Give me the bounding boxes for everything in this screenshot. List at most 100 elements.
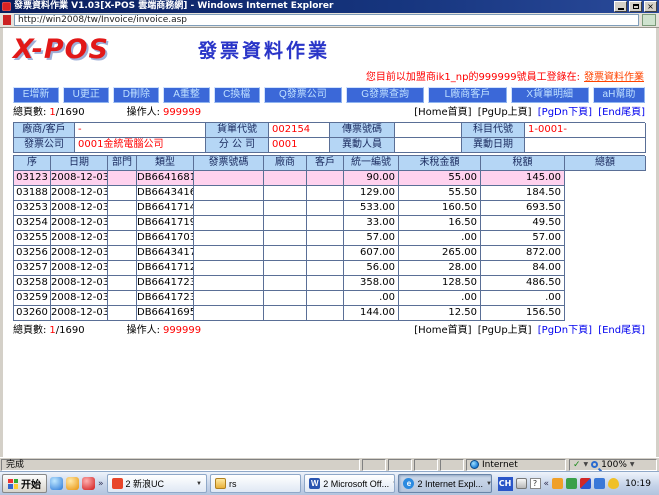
refresh-button[interactable]: A重整 (163, 87, 209, 103)
status-text: 完成 (1, 459, 360, 471)
voucher-no-field[interactable] (395, 123, 462, 138)
start-button[interactable]: 开始 (2, 474, 47, 493)
tray-icon-redblue[interactable] (580, 478, 591, 489)
order-detail-button[interactable]: X貨單明細 (511, 87, 589, 103)
branch-field[interactable]: 0001 (269, 138, 330, 153)
table-row[interactable]: 03255 2008-12-03 DB66417030 57.00 .00 57… (14, 231, 566, 246)
cell-untaxed-amount: 265.00 (399, 246, 481, 261)
nav-pgup[interactable]: [PgUp上頁] (478, 325, 532, 336)
help-button[interactable]: aH幫助 (593, 87, 645, 103)
table-row[interactable]: 03260 2008-12-03 DB66416958 144.00 12.50… (14, 306, 566, 321)
shield-icon[interactable] (608, 478, 619, 489)
table-row[interactable]: 03259 2008-12-03 DB66417233 .00 .00 .00 (14, 291, 566, 306)
vendor-customer-field[interactable]: - (75, 123, 206, 138)
close-icon: × (647, 2, 654, 11)
zoom-control[interactable]: ✓ ▼ 100% ▼ (569, 459, 657, 471)
printer-icon[interactable] (516, 478, 527, 489)
table-row[interactable]: 03258 2008-12-03 DB66417232 358.00 128.5… (14, 276, 566, 291)
chevron-right-icon[interactable]: » (98, 479, 104, 489)
taskbar-clock[interactable]: 10:19 (622, 479, 654, 489)
invoice-company-label: 發票公司 (14, 138, 75, 153)
nav-home[interactable]: [Home首頁] (414, 107, 471, 118)
uc-quicklaunch-icon[interactable] (66, 477, 79, 490)
table-row[interactable]: 03254 2008-12-03 DB66417192 33.00 16.50 … (14, 216, 566, 231)
restore-button[interactable] (629, 1, 642, 12)
operator-label: 操作人: (127, 323, 160, 338)
modified-by-field[interactable] (395, 138, 462, 153)
tray-icon-blue[interactable] (594, 478, 605, 489)
cell-customer (307, 246, 344, 261)
col-untaxed-amount: 未稅金額 (399, 156, 481, 171)
cell-type: DB66417128 (137, 261, 194, 276)
cell-dept (108, 291, 137, 306)
close-button[interactable]: × (644, 1, 657, 12)
nav-pgdn[interactable]: [PgDn下頁] (538, 325, 592, 336)
table-row[interactable]: 03253 2008-12-03 DB66417147 533.00 160.5… (14, 201, 566, 216)
cell-customer (307, 171, 344, 186)
invoice-query-button[interactable]: G發票查詢 (346, 87, 424, 103)
order-code-field[interactable]: 002154 (269, 123, 330, 138)
table-row[interactable]: 03123 2008-12-03 DB66416818 90.00 55.00 … (14, 171, 566, 186)
cell-type: DB66417233 (137, 291, 194, 306)
task-folder-rs[interactable]: rs (210, 474, 301, 493)
dropdown-icon: ▼ (630, 461, 635, 468)
check-icon: ✓ (573, 460, 581, 470)
table-row[interactable]: 03188 2008-12-03 DB66434162 129.00 55.50… (14, 186, 566, 201)
cell-dept (108, 246, 137, 261)
page-title: 發票資料作業 (198, 36, 330, 63)
language-indicator[interactable]: CH (498, 477, 513, 491)
cell-untaxed-amount: 128.50 (399, 276, 481, 291)
col-vendor: 廠商 (264, 156, 307, 171)
qq-quicklaunch-icon[interactable] (82, 477, 95, 490)
cell-dept (108, 171, 137, 186)
cell-seq: 03188 (14, 186, 51, 201)
status-segment (388, 459, 412, 471)
page-nav: [Home首頁] [PgUp上頁] [PgDn下頁] [End尾頁] (411, 105, 645, 120)
minimize-button[interactable] (614, 1, 627, 12)
tray-icon-orange[interactable] (552, 478, 563, 489)
add-button[interactable]: E增新 (13, 87, 59, 103)
login-notice-link[interactable]: 發票資料作業 (584, 72, 644, 83)
delete-button[interactable]: D刪除 (113, 87, 159, 103)
task-sina-uc[interactable]: 2 新浪UC ▼ (107, 474, 207, 493)
edit-button[interactable]: U更正 (63, 87, 109, 103)
page-icon[interactable] (642, 14, 656, 26)
nav-pgup[interactable]: [PgUp上頁] (478, 107, 532, 118)
cell-type: DB66416818 (137, 171, 194, 186)
folder-icon (215, 478, 226, 489)
vendor-customer-label: 廠商/客戶 (14, 123, 75, 138)
url-field[interactable]: http://win2008/tw/Invoice/invoice.asp (14, 14, 639, 26)
address-favicon-icon (3, 15, 11, 25)
task-microsoft-office[interactable]: W 2 Microsoft Off... ▼ (304, 474, 395, 493)
col-type: 類型 (137, 156, 194, 171)
cell-dept (108, 186, 137, 201)
table-row[interactable]: 03257 2008-12-03 DB66417128 56.00 28.00 … (14, 261, 566, 276)
nav-home[interactable]: [Home首頁] (414, 325, 471, 336)
word-icon: W (309, 478, 320, 489)
nav-end[interactable]: [End尾頁] (598, 107, 645, 118)
table-row[interactable]: 03256 2008-12-03 DB66434171 607.00 265.0… (14, 246, 566, 261)
task-internet-explorer[interactable]: e 2 Internet Expl... ▼ (398, 474, 491, 493)
account-code-field[interactable]: 1-0001- (525, 123, 646, 138)
cell-invoice-no (194, 261, 264, 276)
invoice-company-button[interactable]: Q發票公司 (264, 87, 342, 103)
messenger-quicklaunch-icon[interactable] (50, 477, 63, 490)
cell-date: 2008-12-03 (51, 291, 108, 306)
invoice-company-field[interactable]: 0001金統電腦公司 (75, 138, 206, 153)
window-titlebar[interactable]: 發票資料作業 V1.03[X-POS 雲端商務網] - Windows Inte… (0, 0, 659, 13)
dropdown-icon: ▼ (584, 461, 589, 468)
cell-dept (108, 216, 137, 231)
cell-date: 2008-12-03 (51, 216, 108, 231)
tray-icon-green[interactable] (566, 478, 577, 489)
help-tray-icon[interactable]: ? (530, 478, 541, 489)
cell-dept (108, 231, 137, 246)
switch-file-button[interactable]: C換檔 (214, 87, 260, 103)
nav-end[interactable]: [End尾頁] (598, 325, 645, 336)
modified-date-field[interactable] (525, 138, 646, 153)
vendor-customer-button[interactable]: L廠商客戶 (428, 87, 506, 103)
cell-type: DB66434162 (137, 186, 194, 201)
cell-untaxed-amount: .00 (399, 291, 481, 306)
nav-pgdn[interactable]: [PgDn下頁] (538, 107, 592, 118)
cell-tax-amount: .00 (481, 291, 565, 306)
chevron-left-icon[interactable]: « (544, 479, 550, 489)
